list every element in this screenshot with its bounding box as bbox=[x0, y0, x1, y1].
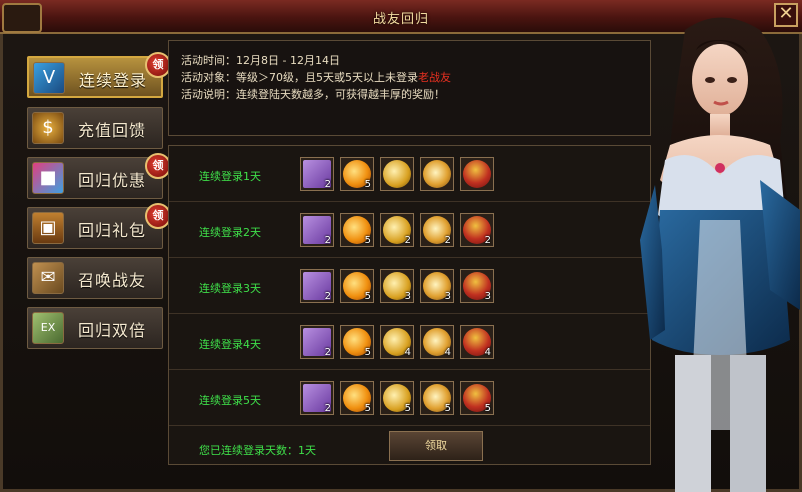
reward-item-slot[interactable] bbox=[380, 157, 414, 191]
vip-card-icon: V bbox=[33, 62, 65, 94]
money-bag-icon: $ bbox=[32, 112, 64, 144]
treasure-chest-icon: ▣ bbox=[32, 212, 64, 244]
event-target-highlight: 老战友 bbox=[418, 71, 451, 84]
reward-item-slot[interactable]: 5 bbox=[420, 381, 454, 415]
reward-item-count: 2 bbox=[324, 347, 331, 358]
reward-item-slot[interactable]: 5 bbox=[460, 381, 494, 415]
reward-item-count: 4 bbox=[484, 347, 491, 358]
event-time: 活动时间：12月8日 - 12月14日 bbox=[181, 54, 340, 67]
reward-row: 连续登录3天 2 5 3 3 3 bbox=[169, 258, 650, 314]
event-target: 活动对象：等级＞70级，且5天或5天以上未登录老战友 bbox=[181, 69, 451, 85]
event-target-text: 活动对象：等级＞70级，且5天或5天以上未登录 bbox=[181, 71, 418, 84]
golden-orb-icon bbox=[383, 160, 411, 188]
sidebar-item-summon-friends[interactable]: ✉ 召唤战友 bbox=[27, 257, 163, 299]
reward-item-count: 5 bbox=[364, 291, 371, 302]
reward-row: 连续登录1天 2 5 bbox=[169, 146, 650, 202]
flame-orb-icon bbox=[423, 160, 451, 188]
login-days-status: 您已连续登录天数：1天 bbox=[199, 444, 316, 457]
potion-pot-icon bbox=[463, 160, 491, 188]
reward-item-slot[interactable]: 5 bbox=[340, 381, 374, 415]
reward-item-count: 2 bbox=[324, 179, 331, 190]
reward-item-slot[interactable]: 5 bbox=[340, 325, 374, 359]
sidebar-item-label: 充值回馈 bbox=[78, 121, 147, 140]
reward-row-label: 连续登录1天 bbox=[199, 170, 261, 183]
reward-item-count: 4 bbox=[404, 347, 411, 358]
reward-row: 连续登录4天 2 5 4 4 4 bbox=[169, 314, 650, 370]
reward-item-slot[interactable] bbox=[460, 157, 494, 191]
reward-item-slot[interactable]: 2 bbox=[300, 269, 334, 303]
reward-row-label: 连续登录2天 bbox=[199, 226, 261, 239]
reward-item-slot[interactable]: 2 bbox=[300, 213, 334, 247]
reward-item-count: 5 bbox=[404, 403, 411, 414]
reward-item-slot[interactable]: 3 bbox=[460, 269, 494, 303]
reward-item-count: 5 bbox=[444, 403, 451, 414]
sidebar-item-label: 回归优惠 bbox=[78, 171, 147, 190]
sidebar-item-label: 连续登录 bbox=[79, 71, 148, 90]
sidebar-item-label: 回归礼包 bbox=[78, 221, 147, 240]
reward-item-slot[interactable]: 2 bbox=[300, 325, 334, 359]
reward-item-count: 3 bbox=[444, 291, 451, 302]
exp-scroll-icon: EX bbox=[32, 312, 64, 344]
character-portrait bbox=[640, 17, 800, 492]
reward-row-label: 连续登录5天 bbox=[199, 394, 261, 407]
reward-row-label: 连续登录4天 bbox=[199, 338, 261, 351]
reward-item-count: 5 bbox=[364, 179, 371, 190]
reward-item-slot[interactable]: 5 bbox=[340, 213, 374, 247]
reward-item-slot[interactable] bbox=[420, 157, 454, 191]
reward-item-slot[interactable]: 5 bbox=[340, 157, 374, 191]
reward-item-count: 4 bbox=[444, 347, 451, 358]
event-window: 战友回归 ✕ V 连续登录 领 $ 充值回馈 ■ 回归优惠 领 ▣ 回归礼包 领… bbox=[0, 0, 802, 492]
sidebar-item-label: 召唤战友 bbox=[78, 271, 147, 290]
reward-item-count: 5 bbox=[364, 347, 371, 358]
reward-item-count: 2 bbox=[484, 235, 491, 246]
sidebar-item-continuous-login[interactable]: V 连续登录 bbox=[27, 56, 163, 98]
scroll-icon: ✉ bbox=[32, 262, 64, 294]
reward-item-count: 5 bbox=[364, 403, 371, 414]
reward-item-count: 5 bbox=[364, 235, 371, 246]
reward-row: 连续登录2天 2 5 2 2 2 bbox=[169, 202, 650, 258]
reward-row-label: 连续登录3天 bbox=[199, 282, 261, 295]
reward-item-slot[interactable]: 5 bbox=[380, 381, 414, 415]
claim-button[interactable]: 领取 bbox=[389, 431, 483, 461]
gift-boxes-icon: ■ bbox=[32, 162, 64, 194]
reward-item-count: 3 bbox=[484, 291, 491, 302]
reward-item-slot[interactable]: 4 bbox=[460, 325, 494, 359]
reward-item-count: 2 bbox=[324, 291, 331, 302]
reward-item-slot[interactable]: 3 bbox=[380, 269, 414, 303]
sidebar-item-return-double[interactable]: EX 回归双倍 bbox=[27, 307, 163, 349]
reward-item-slot[interactable]: 2 bbox=[380, 213, 414, 247]
event-description: 活动说明：连续登陆天数越多，可获得越丰厚的奖励！ bbox=[181, 88, 445, 101]
sidebar-item-return-gift-pack[interactable]: ▣ 回归礼包 bbox=[27, 207, 163, 249]
reward-item-slot[interactable]: 4 bbox=[420, 325, 454, 359]
rewards-panel: 连续登录1天 2 5 连续登录2天 2 5 2 2 2 连续登录3天 2 5 3 3 3 连续登录4天 2 5 4 4… bbox=[168, 145, 651, 465]
reward-item-slot[interactable]: 5 bbox=[340, 269, 374, 303]
reward-item-slot[interactable]: 2 bbox=[460, 213, 494, 247]
reward-row: 连续登录5天 2 5 5 5 5 bbox=[169, 370, 650, 426]
reward-item-slot[interactable]: 2 bbox=[420, 213, 454, 247]
reward-item-count: 2 bbox=[324, 235, 331, 246]
reward-item-count: 2 bbox=[444, 235, 451, 246]
reward-item-slot[interactable]: 2 bbox=[300, 157, 334, 191]
event-info-panel: 活动时间：12月8日 - 12月14日 活动对象：等级＞70级，且5天或5天以上… bbox=[168, 40, 651, 136]
reward-item-slot[interactable]: 2 bbox=[300, 381, 334, 415]
reward-item-count: 5 bbox=[484, 403, 491, 414]
reward-item-count: 2 bbox=[404, 235, 411, 246]
sidebar-item-return-discount[interactable]: ■ 回归优惠 bbox=[27, 157, 163, 199]
reward-item-count: 3 bbox=[404, 291, 411, 302]
reward-item-count: 2 bbox=[324, 403, 331, 414]
sidebar-item-recharge-reward[interactable]: $ 充值回馈 bbox=[27, 107, 163, 149]
reward-item-slot[interactable]: 4 bbox=[380, 325, 414, 359]
reward-item-slot[interactable]: 3 bbox=[420, 269, 454, 303]
sidebar-item-label: 回归双倍 bbox=[78, 321, 147, 340]
